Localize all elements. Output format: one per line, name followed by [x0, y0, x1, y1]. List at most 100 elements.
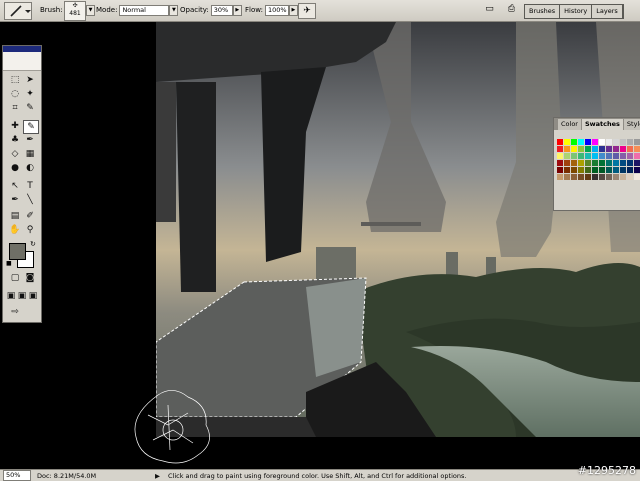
swatch-cell[interactable]: [557, 160, 563, 166]
file-browser-icon[interactable]: ▭: [484, 4, 495, 15]
status-arrow-icon[interactable]: ▶: [155, 472, 160, 480]
brush-picker[interactable]: ✣ 481: [64, 1, 86, 21]
swatch-cell[interactable]: [557, 153, 563, 159]
history-brush-icon[interactable]: ✒: [23, 134, 37, 146]
swatch-cell[interactable]: [585, 139, 591, 145]
swatch-cell[interactable]: [634, 174, 640, 180]
clone-stamp-icon[interactable]: ♣: [8, 134, 22, 146]
swatch-cell[interactable]: [592, 146, 598, 152]
screen-mode-full-icon[interactable]: ▣: [28, 290, 38, 302]
swatch-cell[interactable]: [606, 160, 612, 166]
swatch-cell[interactable]: [620, 174, 626, 180]
swatch-cell[interactable]: [564, 153, 570, 159]
gradient-tool-icon[interactable]: ▦: [23, 148, 37, 160]
brush-dropdown-arrow[interactable]: ▼: [86, 5, 95, 16]
swatch-cell[interactable]: [620, 167, 626, 173]
swatch-cell[interactable]: [564, 167, 570, 173]
tab-layers[interactable]: Layers: [592, 5, 622, 18]
swatch-cell[interactable]: [620, 160, 626, 166]
eraser-tool-icon[interactable]: ◇: [8, 148, 22, 160]
swatch-cell[interactable]: [627, 139, 633, 145]
swatch-cell[interactable]: [578, 146, 584, 152]
swatch-cell[interactable]: [599, 167, 605, 173]
swatch-cell[interactable]: [620, 146, 626, 152]
brush-tool-icon[interactable]: ✎: [23, 120, 39, 134]
swatch-cell[interactable]: [620, 139, 626, 145]
pen-tool-icon[interactable]: ✒: [8, 194, 22, 206]
notes-tool-icon[interactable]: ▤: [8, 210, 22, 222]
swatch-cell[interactable]: [578, 153, 584, 159]
swatch-cell[interactable]: [557, 174, 563, 180]
tab-brushes[interactable]: Brushes: [525, 5, 560, 18]
flow-slider-arrow[interactable]: ▶: [288, 4, 298, 16]
swap-colors-icon[interactable]: ↻: [30, 240, 36, 248]
swatch-cell[interactable]: [634, 139, 640, 145]
type-tool-icon[interactable]: T: [23, 180, 37, 192]
screen-mode-full-menu-icon[interactable]: ▣: [17, 290, 27, 302]
swatch-cell[interactable]: [627, 174, 633, 180]
blur-tool-icon[interactable]: ●: [8, 162, 22, 174]
swatch-cell[interactable]: [585, 174, 591, 180]
flow-input[interactable]: 100%: [264, 4, 289, 16]
print-icon[interactable]: ⎙: [505, 3, 518, 16]
jump-to-imageready-icon[interactable]: ⇨: [8, 306, 22, 318]
swatch-cell[interactable]: [634, 160, 640, 166]
mode-select[interactable]: Normal: [119, 4, 170, 16]
tab-color[interactable]: Color: [558, 119, 581, 130]
swatch-cell[interactable]: [606, 167, 612, 173]
crop-tool-icon[interactable]: ⌗: [8, 102, 22, 114]
eyedropper-icon[interactable]: ✐: [23, 210, 37, 222]
swatch-cell[interactable]: [592, 167, 598, 173]
swatch-cell[interactable]: [585, 146, 591, 152]
doc-size-info[interactable]: Doc: 8.21M/54.0M: [37, 472, 117, 480]
swatch-cell[interactable]: [627, 167, 633, 173]
swatch-cell[interactable]: [627, 153, 633, 159]
swatch-cell[interactable]: [571, 160, 577, 166]
swatch-cell[interactable]: [599, 139, 605, 145]
swatch-cell[interactable]: [571, 167, 577, 173]
tool-preset-picker[interactable]: [4, 2, 32, 20]
zoom-field[interactable]: 50%: [3, 470, 31, 481]
swatch-cell[interactable]: [634, 153, 640, 159]
quick-mask-icon[interactable]: ◙: [23, 272, 37, 284]
swatch-cell[interactable]: [613, 146, 619, 152]
opacity-input[interactable]: 30%: [210, 4, 233, 16]
swatch-cell[interactable]: [585, 160, 591, 166]
swatch-cell[interactable]: [613, 153, 619, 159]
swatch-cell[interactable]: [578, 174, 584, 180]
swatch-cell[interactable]: [564, 160, 570, 166]
swatch-cell[interactable]: [585, 153, 591, 159]
swatch-cell[interactable]: [557, 139, 563, 145]
swatch-cell[interactable]: [613, 139, 619, 145]
slice-tool-icon[interactable]: ✎: [23, 102, 37, 114]
swatch-cell[interactable]: [578, 167, 584, 173]
standard-mode-icon[interactable]: ▢: [8, 272, 22, 284]
swatch-cell[interactable]: [564, 146, 570, 152]
swatch-cell[interactable]: [578, 139, 584, 145]
swatch-cell[interactable]: [599, 174, 605, 180]
swatch-cell[interactable]: [627, 160, 633, 166]
swatch-cell[interactable]: [606, 153, 612, 159]
swatch-cell[interactable]: [592, 139, 598, 145]
lasso-tool-icon[interactable]: ◌: [8, 88, 22, 100]
tab-swatches[interactable]: Swatches: [581, 119, 623, 130]
swatch-cell[interactable]: [564, 139, 570, 145]
opacity-slider-arrow[interactable]: ▶: [232, 4, 242, 16]
swatch-cell[interactable]: [634, 146, 640, 152]
swatch-cell[interactable]: [606, 139, 612, 145]
swatch-cell[interactable]: [613, 174, 619, 180]
swatch-cell[interactable]: [557, 146, 563, 152]
hand-tool-icon[interactable]: ✋: [8, 224, 22, 236]
swatch-cell[interactable]: [627, 146, 633, 152]
swatch-cell[interactable]: [599, 146, 605, 152]
swatch-cell[interactable]: [557, 167, 563, 173]
swatch-cell[interactable]: [613, 160, 619, 166]
swatch-cell[interactable]: [571, 139, 577, 145]
swatch-cell[interactable]: [592, 174, 598, 180]
foreground-color-fill[interactable]: [9, 243, 26, 260]
swatch-cell[interactable]: [571, 146, 577, 152]
swatch-cell[interactable]: [613, 167, 619, 173]
tab-styles[interactable]: Styles: [623, 119, 640, 130]
airbrush-icon[interactable]: ✈: [298, 3, 316, 19]
swatch-cell[interactable]: [634, 167, 640, 173]
